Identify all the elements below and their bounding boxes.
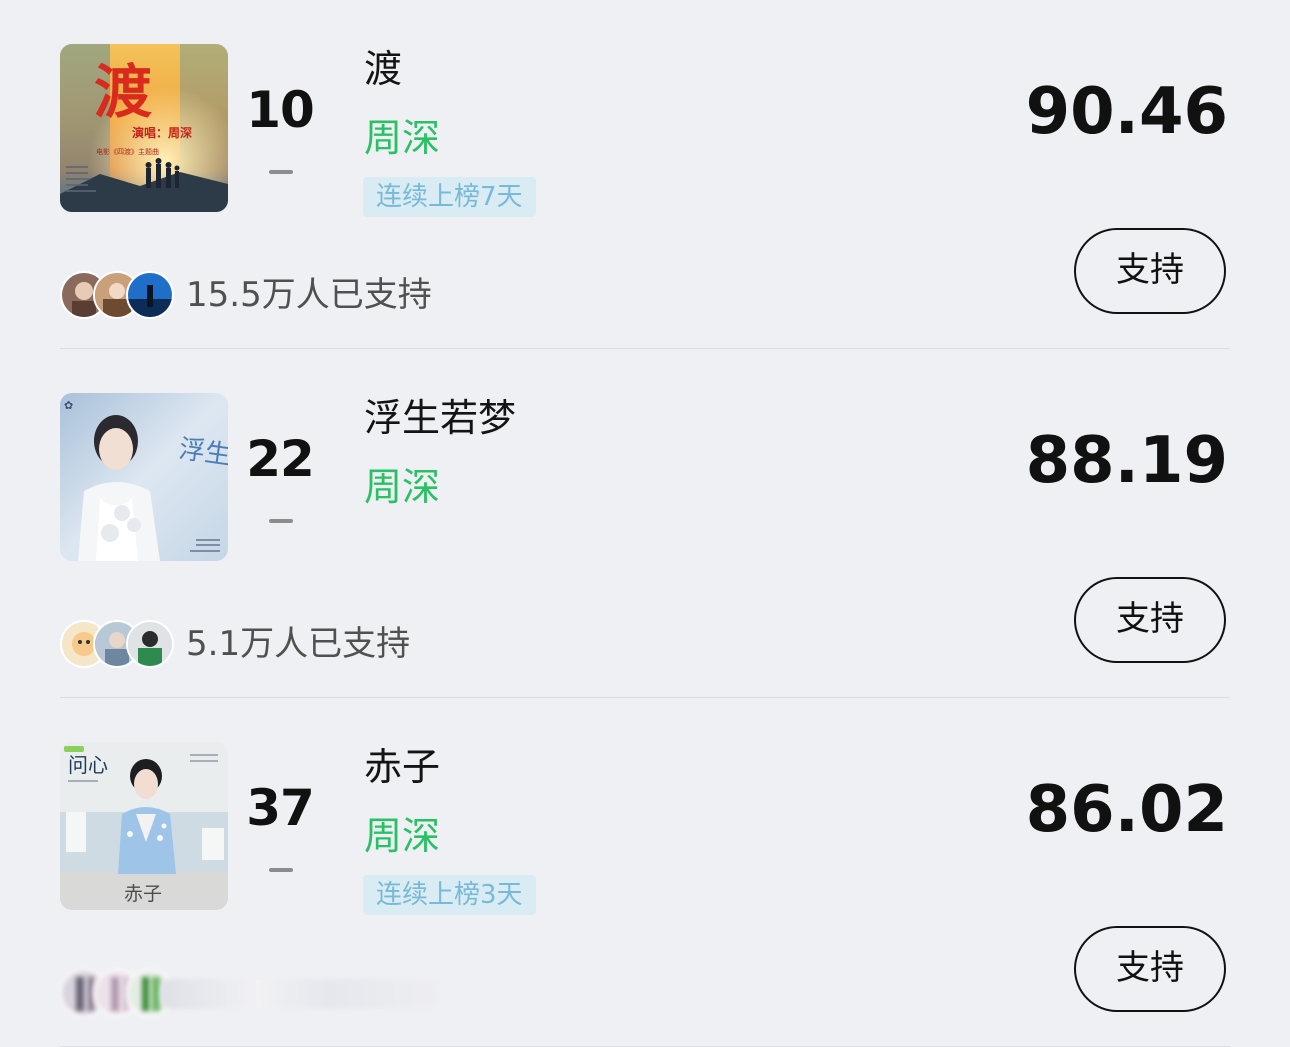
support-button[interactable]: 支持: [1074, 228, 1226, 314]
streak-badge: 连续上榜7天: [363, 177, 536, 217]
rank-number: 22: [246, 430, 315, 488]
song-row[interactable]: 浮生若梦 ✿ 22 浮生若梦 周深 88.19 支持 5.1万人已支持: [0, 349, 1290, 698]
album-cover[interactable]: 问心 赤子: [60, 742, 228, 910]
svg-text:演唱：周深: 演唱：周深: [132, 125, 192, 140]
song-title[interactable]: 赤子: [364, 742, 440, 792]
song-title[interactable]: 渡: [364, 44, 402, 94]
support-button[interactable]: 支持: [1074, 926, 1226, 1012]
rank-number: 37: [246, 779, 315, 837]
svg-text:渡: 渡: [94, 58, 152, 126]
artist-name[interactable]: 周深: [364, 462, 440, 512]
song-title[interactable]: 浮生若梦: [364, 393, 516, 443]
support-button[interactable]: 支持: [1074, 577, 1226, 663]
rank-unchanged-dash-icon: [269, 519, 293, 523]
avatar: [126, 620, 174, 668]
rank-number: 10: [246, 81, 315, 139]
supporters-count-blurred: [160, 979, 440, 1009]
svg-text:问心: 问心: [68, 753, 108, 777]
rank-unchanged-dash-icon: [269, 170, 293, 174]
svg-text:✿: ✿: [64, 399, 73, 412]
album-cover[interactable]: 浮生若梦 ✿: [60, 393, 228, 561]
chart-list: 渡 演唱：周深 电影《四渡》主题曲 10 渡 周深 连续上榜7天 90.46 支…: [0, 0, 1290, 1047]
svg-text:电影《四渡》主题曲: 电影《四渡》主题曲: [96, 147, 159, 156]
song-row[interactable]: 问心 赤子 37 赤子 周深 连续上榜3天 86.02 支持: [0, 698, 1290, 1047]
avatar: [126, 271, 174, 319]
score-value: 90.46: [1025, 75, 1228, 149]
supporters-count: 15.5万人已支持: [186, 275, 432, 315]
album-cover[interactable]: 渡 演唱：周深 电影《四渡》主题曲: [60, 44, 228, 212]
artist-name[interactable]: 周深: [364, 811, 440, 861]
svg-text:赤子: 赤子: [124, 883, 162, 905]
artist-name[interactable]: 周深: [364, 113, 440, 163]
score-value: 88.19: [1025, 424, 1228, 498]
cover-art-fusheng: 浮生若梦 ✿: [60, 393, 228, 561]
supporters-count: 5.1万人已支持: [186, 624, 411, 664]
cover-art-du: 渡 演唱：周深 电影《四渡》主题曲: [60, 44, 228, 212]
song-row[interactable]: 渡 演唱：周深 电影《四渡》主题曲 10 渡 周深 连续上榜7天 90.46 支…: [0, 0, 1290, 349]
cover-art-chizi: 问心 赤子: [60, 742, 228, 910]
score-value: 86.02: [1025, 773, 1228, 847]
streak-badge: 连续上榜3天: [363, 875, 536, 915]
rank-unchanged-dash-icon: [269, 868, 293, 872]
